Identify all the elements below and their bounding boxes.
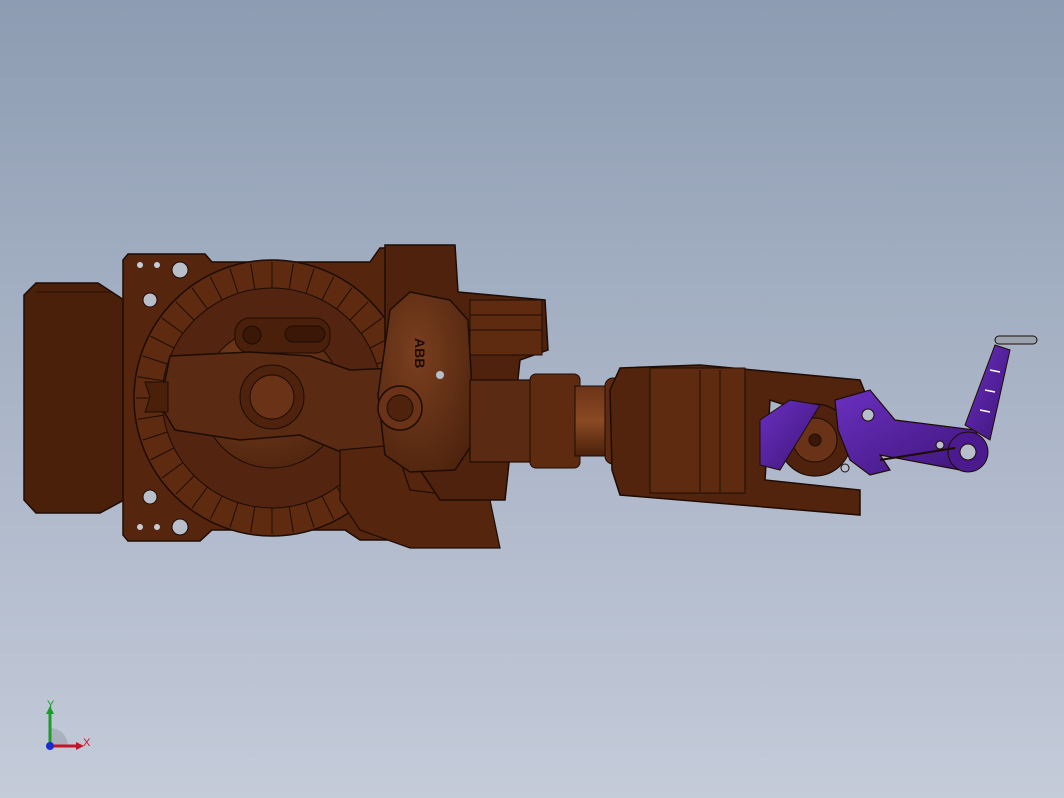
graphics-viewport[interactable]: ABB Y X: [0, 0, 1064, 798]
z-axis-dot-icon: [46, 742, 54, 750]
wrist-housing[interactable]: [609, 364, 869, 516]
triad-y-label: Y: [47, 699, 55, 711]
base-motor-block[interactable]: [23, 282, 125, 514]
triad-x-label: X: [83, 737, 91, 749]
elbow-link[interactable]: ABB: [377, 291, 476, 473]
robot-arm-model[interactable]: ABB: [0, 0, 1064, 798]
coordinate-triad: Y X: [38, 698, 98, 758]
abb-logo: ABB: [412, 338, 428, 368]
